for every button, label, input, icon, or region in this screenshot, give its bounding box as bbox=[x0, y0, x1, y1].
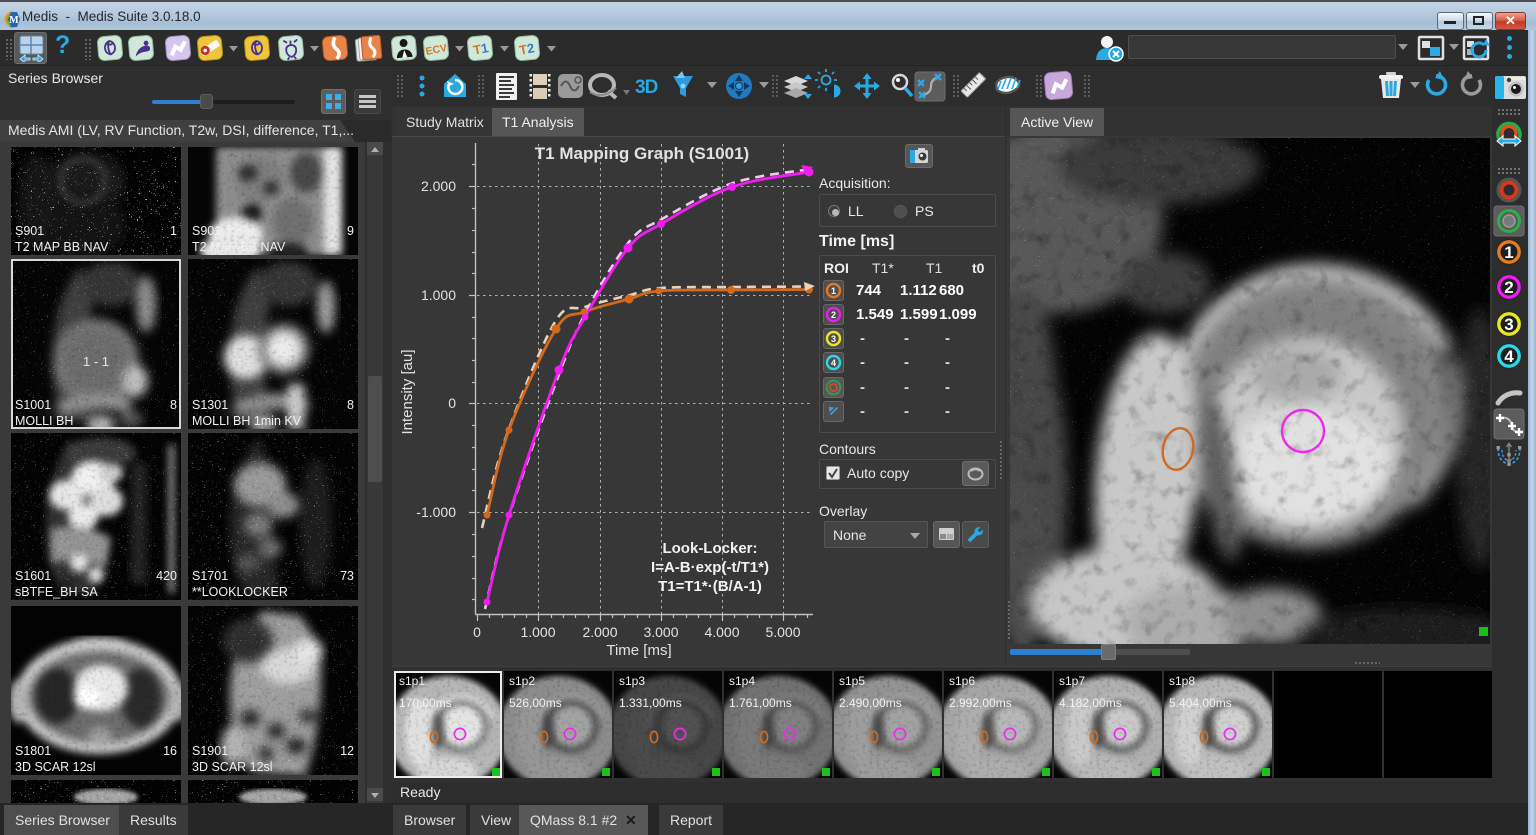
svg-text:16: 16 bbox=[163, 744, 177, 758]
svg-text:T1 Mapping Graph (S1001): T1 Mapping Graph (S1001) bbox=[535, 144, 749, 163]
svg-text:S1601: S1601 bbox=[15, 569, 51, 583]
svg-text:3: 3 bbox=[1504, 315, 1513, 334]
svg-text:2.000: 2.000 bbox=[421, 178, 456, 194]
svg-text:3D SCAR 12sl: 3D SCAR 12sl bbox=[15, 760, 96, 774]
svg-text:1.000: 1.000 bbox=[520, 624, 555, 640]
svg-text:S901: S901 bbox=[15, 224, 44, 238]
svg-text:S1301: S1301 bbox=[192, 398, 228, 412]
svg-text:s1p1: s1p1 bbox=[399, 674, 425, 688]
svg-text:S1801: S1801 bbox=[15, 744, 51, 758]
svg-text:73: 73 bbox=[340, 569, 354, 583]
svg-text:T2 MAP BB NAV: T2 MAP BB NAV bbox=[15, 240, 109, 254]
svg-text:Time [ms]: Time [ms] bbox=[606, 642, 671, 659]
svg-text:S1701: S1701 bbox=[192, 569, 228, 583]
svg-text:s1p6: s1p6 bbox=[949, 674, 975, 688]
svg-text:M: M bbox=[9, 15, 19, 26]
svg-text:0: 0 bbox=[448, 395, 456, 411]
svg-text:4.182,00ms: 4.182,00ms bbox=[1059, 696, 1122, 710]
svg-text:**LOOKLOCKER: **LOOKLOCKER bbox=[192, 585, 288, 599]
svg-text:170,00ms: 170,00ms bbox=[399, 696, 452, 710]
svg-text:2: 2 bbox=[831, 310, 836, 320]
svg-text:s1p8: s1p8 bbox=[1169, 674, 1195, 688]
svg-text:5.000: 5.000 bbox=[765, 624, 800, 640]
svg-text:3D SCAR 12sl: 3D SCAR 12sl bbox=[192, 760, 273, 774]
svg-text:2.490,00ms: 2.490,00ms bbox=[839, 696, 902, 710]
svg-text:1: 1 bbox=[170, 224, 177, 238]
svg-text:T2 MAP BB NAV: T2 MAP BB NAV bbox=[192, 240, 286, 254]
svg-text:526,00ms: 526,00ms bbox=[509, 696, 562, 710]
svg-text:s1p5: s1p5 bbox=[839, 674, 865, 688]
svg-text:MOLLI BH 1min KV: MOLLI BH 1min KV bbox=[192, 414, 302, 428]
svg-text:3: 3 bbox=[831, 334, 836, 344]
svg-text:S901: S901 bbox=[192, 224, 221, 238]
svg-text:12: 12 bbox=[340, 744, 354, 758]
svg-text:4.000: 4.000 bbox=[704, 624, 739, 640]
svg-text:2.000: 2.000 bbox=[582, 624, 617, 640]
svg-text:S1901: S1901 bbox=[192, 744, 228, 758]
svg-text:8: 8 bbox=[347, 398, 354, 412]
svg-text:s1p7: s1p7 bbox=[1059, 674, 1085, 688]
svg-text:I=A-B·exp(-t/T1*): I=A-B·exp(-t/T1*) bbox=[651, 559, 769, 576]
svg-text:1.761,00ms: 1.761,00ms bbox=[729, 696, 792, 710]
svg-text:420: 420 bbox=[156, 569, 177, 583]
svg-text:1 - 1: 1 - 1 bbox=[83, 354, 109, 369]
svg-text:5.404,00ms: 5.404,00ms bbox=[1169, 696, 1232, 710]
svg-text:4: 4 bbox=[1504, 347, 1514, 366]
svg-text:-1.000: -1.000 bbox=[416, 504, 456, 520]
svg-text:8: 8 bbox=[170, 398, 177, 412]
svg-text:s1p4: s1p4 bbox=[729, 674, 755, 688]
svg-text:9: 9 bbox=[347, 224, 354, 238]
svg-text:4: 4 bbox=[831, 358, 836, 368]
svg-text:1: 1 bbox=[831, 286, 836, 296]
svg-text:2: 2 bbox=[1504, 278, 1513, 297]
svg-text:2.992,00ms: 2.992,00ms bbox=[949, 696, 1012, 710]
svg-text:1.000: 1.000 bbox=[421, 287, 456, 303]
svg-text:sBTFE_BH SA: sBTFE_BH SA bbox=[15, 585, 98, 599]
svg-text:Look-Locker:: Look-Locker: bbox=[662, 540, 757, 557]
svg-text:s1p2: s1p2 bbox=[509, 674, 535, 688]
svg-text:T1=T1*·(B/A-1): T1=T1*·(B/A-1) bbox=[658, 578, 762, 595]
svg-text:3.000: 3.000 bbox=[643, 624, 678, 640]
svg-text:MOLLI BH: MOLLI BH bbox=[15, 414, 73, 428]
svg-text:S1001: S1001 bbox=[15, 398, 51, 412]
svg-text:Intensity [au]: Intensity [au] bbox=[399, 349, 416, 434]
svg-text:0: 0 bbox=[473, 624, 481, 640]
svg-text:s1p3: s1p3 bbox=[619, 674, 645, 688]
svg-text:3D: 3D bbox=[635, 77, 658, 98]
svg-text:1.331,00ms: 1.331,00ms bbox=[619, 696, 682, 710]
svg-text:1: 1 bbox=[1504, 243, 1513, 262]
